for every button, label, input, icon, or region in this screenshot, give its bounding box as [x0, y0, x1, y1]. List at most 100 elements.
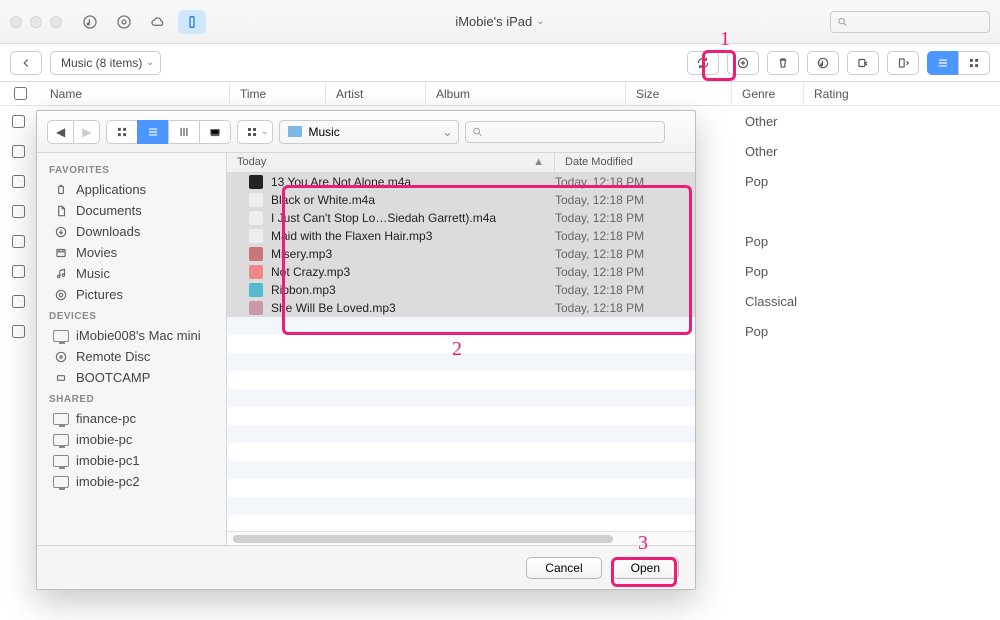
device-tab-icon[interactable] — [178, 10, 206, 34]
sidebar-section-header: SHARED — [37, 388, 226, 408]
file-row[interactable]: She Will Be Loved.mp3Today, 12:18 PM — [227, 299, 695, 317]
file-name: I Just Can't Stop Lo…Siedah Garrett).m4a — [271, 211, 555, 225]
file-thumb-icon — [249, 265, 263, 279]
sidebar-item[interactable]: Remote Disc — [37, 346, 226, 367]
file-row[interactable]: Ribbon.mp3Today, 12:18 PM — [227, 281, 695, 299]
sidebar-item-label: Movies — [76, 245, 117, 260]
window-title[interactable]: iMobie's iPad⌄ — [455, 14, 544, 29]
search-input[interactable] — [830, 11, 990, 33]
sidebar-item[interactable]: iMobie008's Mac mini — [37, 325, 226, 346]
row-checkbox[interactable] — [12, 325, 25, 338]
row-checkbox[interactable] — [12, 235, 25, 248]
grid-view-button[interactable] — [958, 51, 990, 75]
nav-back-button[interactable]: ◀ — [47, 120, 73, 144]
col-name[interactable]: Name — [40, 82, 230, 105]
sidebar-item-label: imobie-pc — [76, 432, 132, 447]
col-album[interactable]: Album — [426, 82, 626, 105]
sidebar-item[interactable]: imobie-pc — [37, 429, 226, 450]
file-row[interactable]: Black or White.m4aToday, 12:18 PM — [227, 191, 695, 209]
dialog-sidebar: FAVORITESApplicationsDocuments Downloads M… — [37, 153, 227, 545]
cancel-button[interactable]: Cancel — [526, 557, 601, 579]
breadcrumb-select[interactable]: Music (8 items) — [50, 51, 161, 75]
sidebar-item[interactable]: Downloads — [37, 221, 226, 242]
row-checkbox[interactable] — [12, 265, 25, 278]
file-col-modified[interactable]: Date Modified — [555, 153, 695, 172]
refresh-button[interactable] — [687, 51, 719, 75]
file-name: Maid with the Flaxen Hair.mp3 — [271, 229, 555, 243]
dialog-view-toggle[interactable] — [106, 120, 231, 144]
row-checkbox[interactable] — [12, 205, 25, 218]
sidebar-item-label: BOOTCAMP — [76, 370, 150, 385]
window-controls[interactable] — [10, 16, 62, 28]
delete-button[interactable] — [767, 51, 799, 75]
file-name: Black or White.m4a — [271, 193, 555, 207]
sidebar-item-label: iMobie008's Mac mini — [76, 328, 201, 343]
col-artist[interactable]: Artist — [326, 82, 426, 105]
col-time[interactable]: Time — [230, 82, 326, 105]
arrange-button[interactable]: ⌄ — [237, 120, 273, 144]
to-itunes-button[interactable] — [807, 51, 839, 75]
genre-cell: Pop — [745, 174, 768, 189]
sidebar-item[interactable]: BOOTCAMP — [37, 367, 226, 388]
list-view-button[interactable] — [927, 51, 958, 75]
column-headers: Name Time Artist Album Size Genre Rating — [0, 82, 1000, 106]
apps-tab-icon[interactable] — [110, 10, 138, 34]
sidebar-item[interactable]: Documents — [37, 200, 226, 221]
row-checkbox[interactable] — [12, 175, 25, 188]
back-button[interactable] — [10, 51, 42, 75]
file-row[interactable]: Misery.mp3Today, 12:18 PM — [227, 245, 695, 263]
open-dialog: ◀ ▶ ⌄ Music FAVORITESApplicationsDocumen… — [36, 110, 696, 590]
to-device-button[interactable] — [847, 51, 879, 75]
sidebar-item[interactable]: Pictures — [37, 284, 226, 305]
view-toggle[interactable] — [927, 51, 990, 75]
column-view-button[interactable] — [168, 120, 199, 144]
file-name: 13 You Are Not Alone.m4a — [271, 175, 555, 189]
sidebar-item-label: imobie-pc2 — [76, 474, 140, 489]
dialog-search[interactable] — [465, 121, 665, 143]
file-row[interactable]: Maid with the Flaxen Hair.mp3Today, 12:1… — [227, 227, 695, 245]
col-rating[interactable]: Rating — [804, 82, 1000, 105]
callout-number-2: 2 — [452, 338, 462, 361]
horizontal-scrollbar[interactable] — [227, 531, 695, 545]
genre-cell: Pop — [745, 264, 768, 279]
select-all-checkbox[interactable] — [14, 87, 27, 100]
file-row[interactable]: Not Crazy.mp3Today, 12:18 PM — [227, 263, 695, 281]
titlebar: iMobie's iPad⌄ — [0, 0, 1000, 44]
icon-view-button[interactable] — [106, 120, 137, 144]
sidebar-item[interactable]: Movies — [37, 242, 226, 263]
sidebar-item-label: Downloads — [76, 224, 140, 239]
add-button[interactable] — [727, 51, 759, 75]
music-tab-icon[interactable] — [76, 10, 104, 34]
file-modified: Today, 12:18 PM — [555, 229, 685, 243]
sidebar-item[interactable]: Applications — [37, 179, 226, 200]
file-row[interactable]: 13 You Are Not Alone.m4aToday, 12:18 PM — [227, 173, 695, 191]
sidebar-item[interactable]: imobie-pc2 — [37, 471, 226, 492]
col-genre[interactable]: Genre — [732, 82, 804, 105]
callout-number-3: 3 — [638, 532, 648, 555]
file-thumb-icon — [249, 211, 263, 225]
list-view2-button[interactable] — [137, 120, 168, 144]
file-row[interactable]: I Just Can't Stop Lo…Siedah Garrett).m4a… — [227, 209, 695, 227]
file-modified: Today, 12:18 PM — [555, 175, 685, 189]
file-col-name[interactable]: Today▲ — [227, 153, 555, 172]
location-select[interactable]: Music — [279, 120, 459, 144]
file-thumb-icon — [249, 175, 263, 189]
row-checkbox[interactable] — [12, 145, 25, 158]
row-checkbox[interactable] — [12, 115, 25, 128]
coverflow-view-button[interactable] — [199, 120, 231, 144]
sidebar-item[interactable]: finance-pc — [37, 408, 226, 429]
export-button[interactable] — [887, 51, 919, 75]
genre-cell: Other — [745, 114, 778, 129]
file-name: Misery.mp3 — [271, 247, 555, 261]
toolbar: Music (8 items) — [0, 44, 1000, 82]
file-thumb-icon — [249, 247, 263, 261]
sidebar-section-header: FAVORITES — [37, 159, 226, 179]
col-size[interactable]: Size — [626, 82, 732, 105]
nav-fwd-button[interactable]: ▶ — [73, 120, 100, 144]
sidebar-item[interactable]: Music — [37, 263, 226, 284]
open-button[interactable]: Open — [612, 557, 679, 579]
nav-buttons[interactable]: ◀ ▶ — [47, 120, 100, 144]
sidebar-item[interactable]: imobie-pc1 — [37, 450, 226, 471]
cloud-tab-icon[interactable] — [144, 10, 172, 34]
row-checkbox[interactable] — [12, 295, 25, 308]
